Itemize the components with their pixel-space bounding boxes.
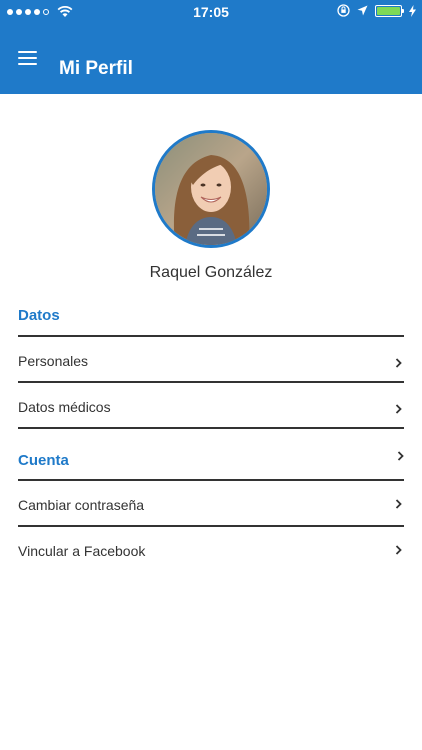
section-header-datos: Datos	[18, 307, 60, 324]
battery-icon	[375, 4, 404, 17]
chevron-right-icon	[395, 499, 402, 509]
avatar	[152, 130, 270, 248]
section-header-cuenta: Cuenta	[18, 452, 69, 469]
location-arrow-icon	[357, 5, 368, 16]
chevron-right-icon	[395, 404, 402, 414]
menu-item-label: Personales	[18, 353, 89, 369]
menu-item-cambiar-contrasena[interactable]: Cambiar contraseña	[18, 481, 404, 525]
divider	[18, 427, 404, 429]
menu-item-label: Datos médicos	[18, 399, 111, 415]
status-bar: 17:05	[0, 0, 422, 24]
chevron-right-icon	[395, 358, 402, 368]
profile-name: Raquel González	[149, 264, 273, 281]
menu-button[interactable]	[18, 51, 37, 67]
menu-item-personales[interactable]: Personales	[18, 337, 404, 381]
menu-item-datos-medicos[interactable]: Datos médicos	[18, 383, 404, 427]
page-title: Mi Perfil	[59, 58, 133, 79]
menu-item-label: Vincular a Facebook	[18, 543, 146, 559]
menu-item-label: Cambiar contraseña	[18, 497, 145, 513]
chevron-right-icon	[395, 545, 402, 555]
rotation-lock-icon	[337, 4, 350, 17]
menu-icon	[18, 51, 37, 65]
charging-bolt-icon	[409, 4, 416, 17]
chevron-right-icon[interactable]	[397, 451, 404, 461]
navigation-bar: Mi Perfil	[0, 24, 422, 94]
menu-item-vincular-facebook[interactable]: Vincular a Facebook	[18, 527, 404, 571]
